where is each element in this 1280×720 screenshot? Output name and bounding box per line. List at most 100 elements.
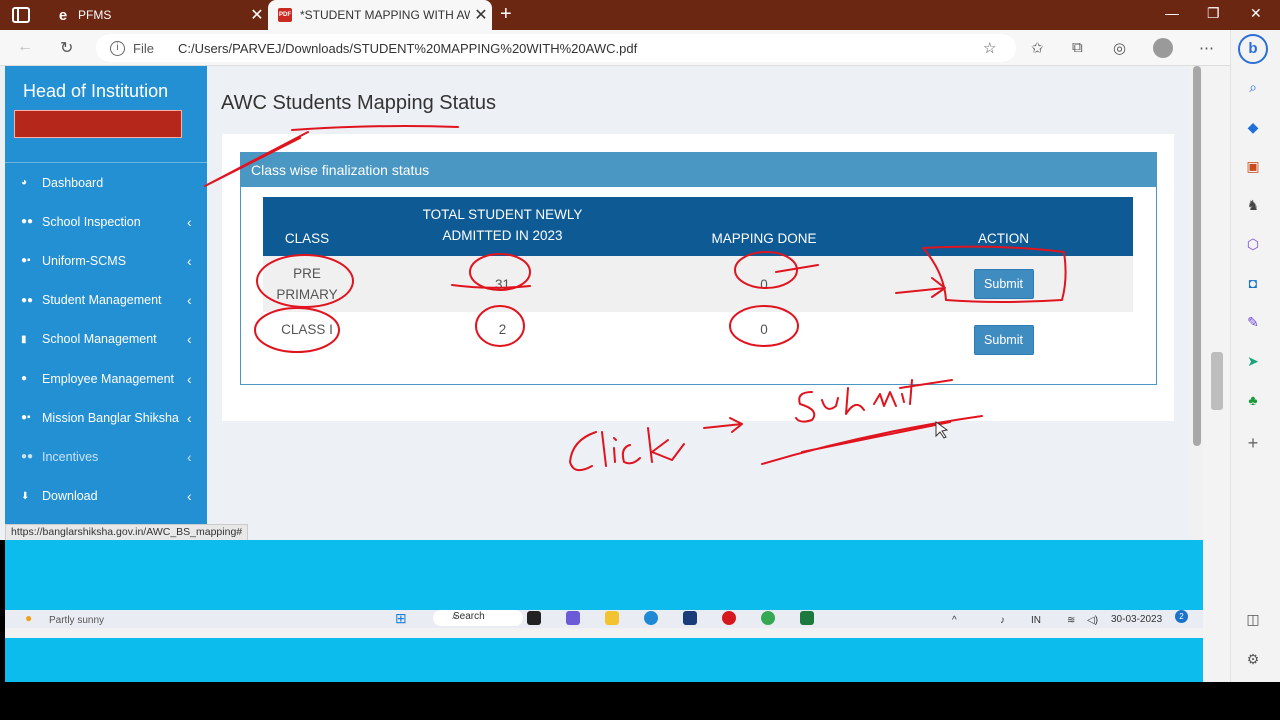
file-explorer-icon[interactable] [605, 611, 619, 625]
browser-tab-bar: e PFMS ✕ PDF *STUDENT MAPPING WITH AWC ✕… [0, 0, 1280, 30]
info-icon[interactable]: i [110, 40, 125, 56]
tab-student-mapping[interactable]: PDF *STUDENT MAPPING WITH AWC ✕ [268, 0, 492, 30]
settings-gear-icon[interactable]: ⚙ [1244, 650, 1262, 668]
language-text[interactable]: IN [1031, 615, 1041, 626]
office-icon[interactable]: ⬡ [1244, 235, 1262, 253]
chevron-left-icon: ‹ [187, 331, 192, 348]
sidebar-item-uniform-scms[interactable]: ●▪ Uniform-SCMS ‹ [5, 241, 207, 280]
edge-sidebar: b ⌕ ◆ ▣ ♞ ⬡ ◘ ✎ ➤ ♣ + ◫ ⚙ [1230, 30, 1280, 682]
windows-start-icon[interactable]: ⊞ [395, 610, 407, 627]
favorites-icon[interactable]: ✩ [1031, 39, 1044, 57]
bing-icon[interactable]: b [1238, 34, 1268, 64]
weather-sun-icon: ● [25, 611, 33, 625]
sidebar-item-label: Dashboard [42, 175, 104, 190]
collections-icon[interactable]: ⧉ [1072, 39, 1083, 56]
chrome-icon[interactable] [761, 611, 775, 625]
task-view-icon[interactable] [527, 611, 541, 625]
scrollbar-thumb[interactable] [1193, 66, 1201, 446]
store-icon[interactable] [683, 611, 697, 625]
restore-icon[interactable]: ❐ [1207, 5, 1220, 22]
back-icon[interactable]: ← [17, 38, 33, 56]
search-icon: ⌕ [452, 611, 458, 622]
outer-scrollbar[interactable] [1203, 66, 1230, 682]
scrollbar-thumb[interactable] [1211, 352, 1223, 410]
sidebar-item-student-management[interactable]: ●● Student Management ‹ [5, 281, 207, 320]
address-scheme: File [133, 40, 154, 56]
sidebar-item-dashboard[interactable]: ◕ Dashboard [5, 163, 207, 202]
chevron-left-icon: ‹ [187, 370, 192, 387]
tab-pfms[interactable]: e PFMS ✕ [46, 0, 268, 30]
close-icon[interactable]: ✕ [246, 5, 268, 25]
page-scrollbar[interactable] [1190, 66, 1204, 540]
sidebar-item-school-management[interactable]: ▮ School Management ‹ [5, 320, 207, 359]
chevron-up-icon[interactable]: ^ [952, 615, 957, 626]
sidebar-menu: ◕ Dashboard ●● School Inspection ‹ ●▪ Un… [5, 163, 207, 516]
column-header-total: TOTAL STUDENT NEWLY ADMITTED IN 2023 [351, 197, 654, 256]
minimize-icon[interactable]: — [1165, 5, 1179, 21]
favorite-add-icon[interactable]: ☆ [983, 39, 996, 57]
refresh-icon[interactable]: ↻ [60, 38, 73, 58]
total-cell: 31 [351, 256, 654, 312]
edge-copilot-icon[interactable]: ◎ [1113, 39, 1126, 57]
sidebar-item-label: Uniform-SCMS [42, 253, 127, 268]
add-icon[interactable]: + [1244, 434, 1262, 452]
tools-icon[interactable]: ▣ [1244, 157, 1262, 175]
app-sidebar: Head of Institution ◕ Dashboard ●● Schoo… [5, 66, 207, 540]
shopping-tag-icon[interactable]: ◆ [1244, 118, 1262, 136]
institution-name-box [14, 110, 182, 138]
opera-icon[interactable] [722, 611, 736, 625]
speaker-icon[interactable]: ◁) [1087, 615, 1098, 626]
divider [5, 628, 1203, 638]
pdf-favicon-icon: PDF [278, 8, 292, 22]
total-cell: 2 [498, 322, 507, 337]
column-header-action: ACTION [874, 197, 1133, 256]
sidebar-item-school-inspection[interactable]: ●● School Inspection ‹ [5, 202, 207, 241]
sidebar-toggle-icon[interactable]: ◫ [1244, 610, 1262, 628]
drop-icon[interactable]: ✎ [1244, 313, 1262, 331]
address-bar[interactable]: i File C:/Users/PARVEJ/Downloads/STUDENT… [96, 34, 1016, 62]
submit-button[interactable]: Submit [973, 269, 1034, 299]
window-close-icon[interactable]: ✕ [1250, 5, 1262, 22]
video-letterbox [0, 682, 1280, 720]
chevron-left-icon: ‹ [187, 448, 192, 465]
outlook-icon[interactable]: ◘ [1244, 274, 1262, 292]
submit-button[interactable]: Submit [973, 325, 1034, 355]
sidebar-item-employee-management[interactable]: ● Employee Management ‹ [5, 359, 207, 398]
close-icon[interactable]: ✕ [470, 5, 492, 25]
weather-text: Partly sunny [49, 615, 105, 626]
sidebar-item-download[interactable]: ⬇ Download ‹ [5, 477, 207, 516]
profile-avatar[interactable] [1153, 38, 1173, 58]
table-row: PRE PRIMARY 31 0 Submit [263, 256, 1133, 312]
tree-icon[interactable]: ♣ [1244, 391, 1262, 409]
action-cell: Submit [874, 256, 1133, 312]
user-tie-icon: ●▪ [21, 412, 31, 424]
games-icon[interactable]: ♞ [1244, 196, 1262, 214]
address-url: C:/Users/PARVEJ/Downloads/STUDENT%20MAPP… [177, 40, 638, 56]
edge-icon[interactable] [644, 611, 658, 625]
screen: e PFMS ✕ PDF *STUDENT MAPPING WITH AWC ✕… [0, 0, 1280, 720]
dashboard-icon: ◕ [21, 177, 28, 189]
panel-title: Class wise finalization status [241, 153, 1156, 187]
page-title: AWC Students Mapping Status [221, 92, 496, 114]
taskbar-date: 30-03-2023 [1111, 614, 1163, 625]
tab-actions-icon[interactable] [12, 7, 30, 23]
sidebar-item-label: Employee Management [42, 371, 175, 386]
send-icon[interactable]: ➤ [1244, 352, 1262, 370]
sidebar-item-mission-banglar-shiksha[interactable]: ●▪ Mission Banglar Shiksha ‹ [5, 398, 207, 437]
users-icon: ●● [21, 216, 34, 228]
notification-badge[interactable]: 2 [1175, 610, 1188, 623]
taskbar-search[interactable]: Search [433, 610, 523, 626]
users-icon: ●● [21, 451, 34, 463]
search-icon[interactable]: ⌕ [1244, 78, 1262, 96]
excel-icon[interactable] [800, 611, 814, 625]
blank-region [5, 638, 1203, 682]
microphone-icon[interactable]: ♪ [1000, 615, 1005, 626]
sidebar-item-incentives[interactable]: ●● Incentives ‹ [5, 437, 207, 476]
more-menu-icon[interactable]: ⋯ [1199, 39, 1214, 57]
users-icon: ●● [21, 294, 34, 306]
teams-icon[interactable] [566, 611, 580, 625]
chevron-left-icon: ‹ [187, 252, 192, 269]
chevron-left-icon: ‹ [187, 292, 192, 309]
wifi-icon[interactable]: ≋ [1067, 615, 1075, 626]
new-tab-icon[interactable]: + [500, 3, 512, 26]
